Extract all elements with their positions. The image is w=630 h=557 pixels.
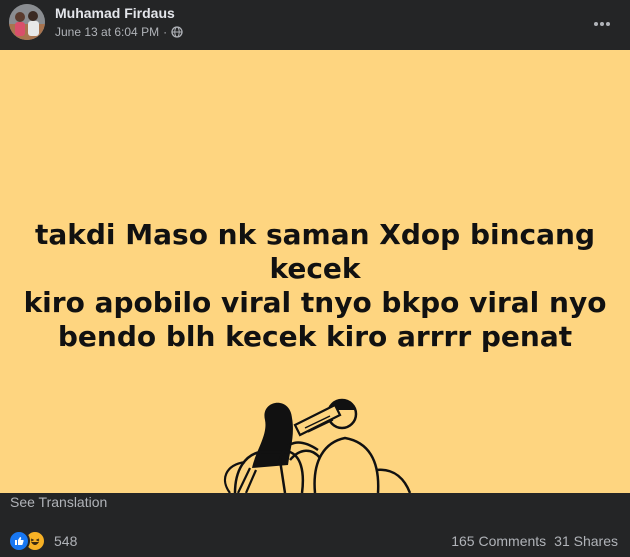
comments-count-link[interactable]: 165 Comments <box>451 533 546 549</box>
reactions-summary[interactable]: 548 <box>8 530 77 552</box>
couple-illustration <box>223 398 412 493</box>
globe-icon[interactable] <box>171 26 183 38</box>
post-media[interactable]: takdi Maso nk saman Xdop bincang kecek k… <box>0 50 630 493</box>
post-text-line: takdi Maso nk saman Xdop bincang kecek <box>34 218 595 285</box>
post-text: takdi Maso nk saman Xdop bincang kecek k… <box>0 218 630 354</box>
more-options-button[interactable] <box>588 10 616 38</box>
post-timestamp[interactable]: June 13 at 6:04 PM <box>55 25 159 39</box>
meta-separator: · <box>163 25 168 39</box>
post-header: Muhamad Firdaus June 13 at 6:04 PM · <box>0 0 630 50</box>
facebook-post: Muhamad Firdaus June 13 at 6:04 PM · tak… <box>0 0 630 557</box>
post-text-line: kiro apobilo viral tnyo bkpo viral nyo <box>23 286 607 319</box>
avatar-photo-icon <box>9 4 45 40</box>
more-horizontal-icon <box>594 22 610 26</box>
post-text-line: bendo blh kecek kiro arrrr penat <box>57 320 573 353</box>
see-translation-link[interactable]: See Translation <box>10 494 107 510</box>
shares-count-link[interactable]: 31 Shares <box>554 533 618 549</box>
engagement-stats: 165 Comments 31 Shares <box>451 533 618 549</box>
reaction-count: 548 <box>54 533 78 549</box>
like-icon <box>8 530 30 552</box>
post-meta: June 13 at 6:04 PM · <box>55 25 183 39</box>
author-avatar[interactable] <box>9 4 45 40</box>
post-footer: 548 165 Comments 31 Shares <box>0 525 630 557</box>
author-name[interactable]: Muhamad Firdaus <box>55 5 175 21</box>
